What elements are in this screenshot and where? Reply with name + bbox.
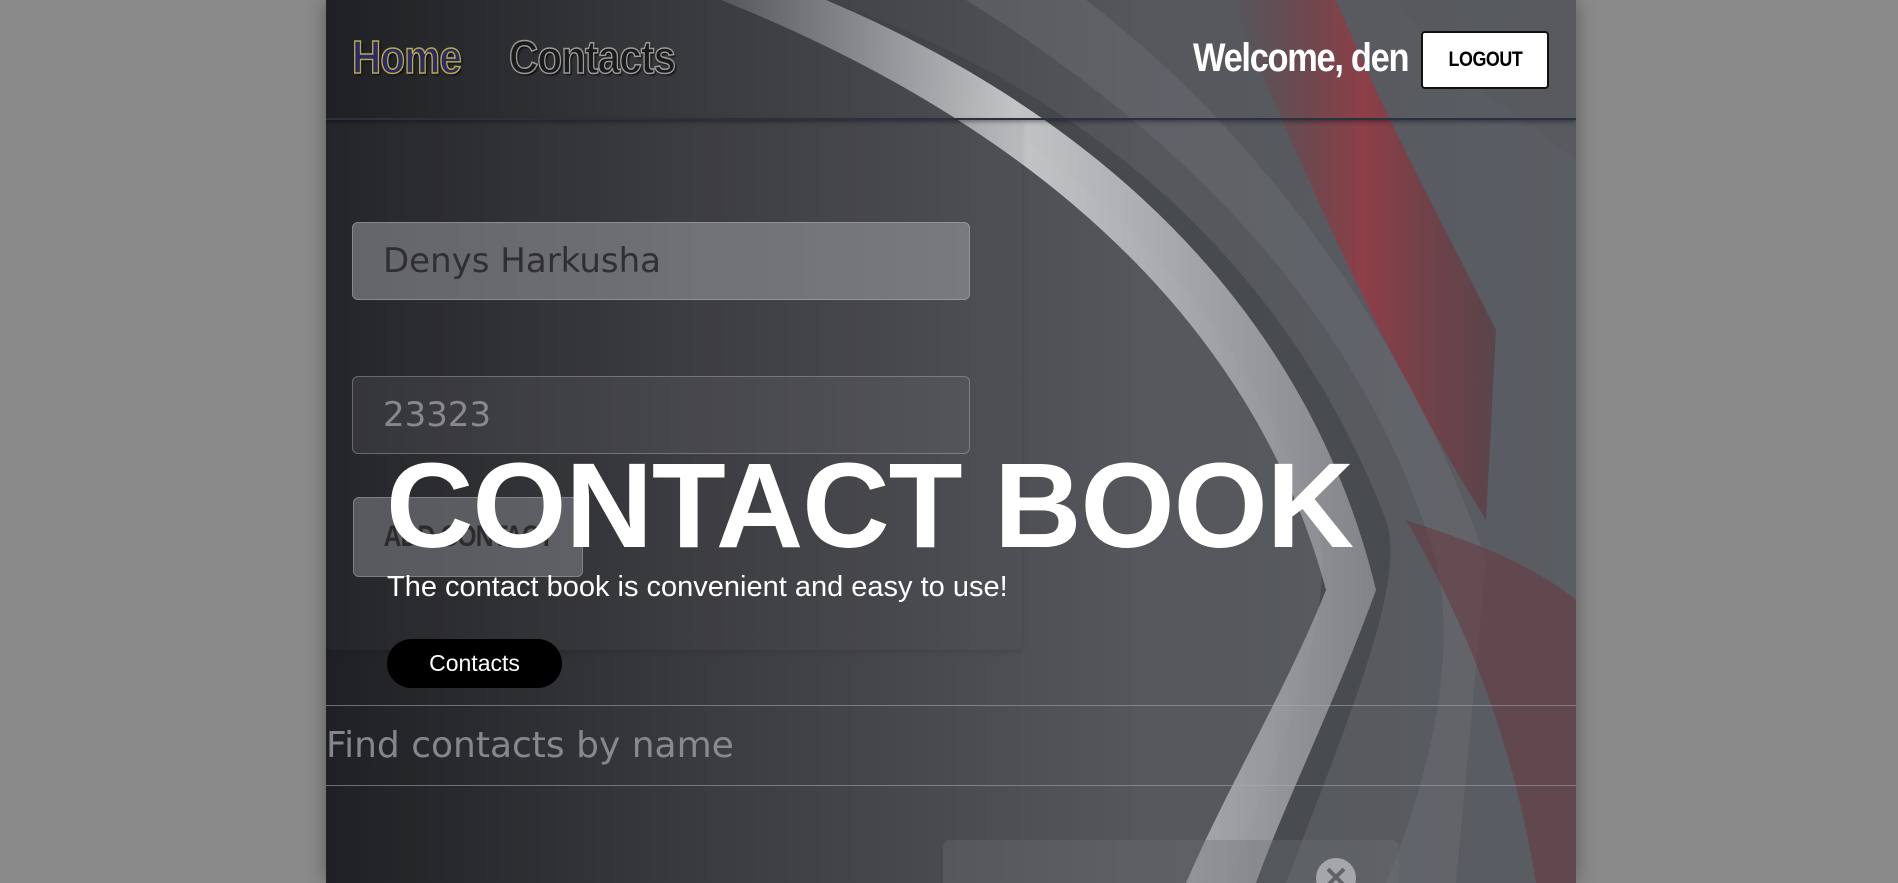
hero-title: CONTACT BOOK bbox=[386, 437, 1354, 573]
hero-contacts-button[interactable]: Contacts bbox=[387, 639, 562, 688]
welcome-text: Welcome, den bbox=[1192, 36, 1409, 80]
app-window: Denys Harkusha 23323 ADD CONTACT Find co… bbox=[326, 0, 1576, 883]
logout-label: LOGOUT bbox=[1448, 48, 1522, 71]
nav-link-home[interactable]: Home bbox=[351, 30, 462, 84]
logout-button[interactable]: LOGOUT bbox=[1421, 31, 1549, 89]
hero-subtitle: The contact book is convenient and easy … bbox=[387, 571, 1008, 603]
filter-input[interactable]: Find contacts by name bbox=[326, 706, 1576, 784]
filter-bottom-divider bbox=[326, 785, 1576, 786]
header: Home Contacts Welcome, den LOGOUT bbox=[326, 0, 1576, 120]
name-input[interactable]: Denys Harkusha bbox=[352, 222, 970, 300]
nav-link-contacts[interactable]: Contacts bbox=[508, 30, 676, 84]
